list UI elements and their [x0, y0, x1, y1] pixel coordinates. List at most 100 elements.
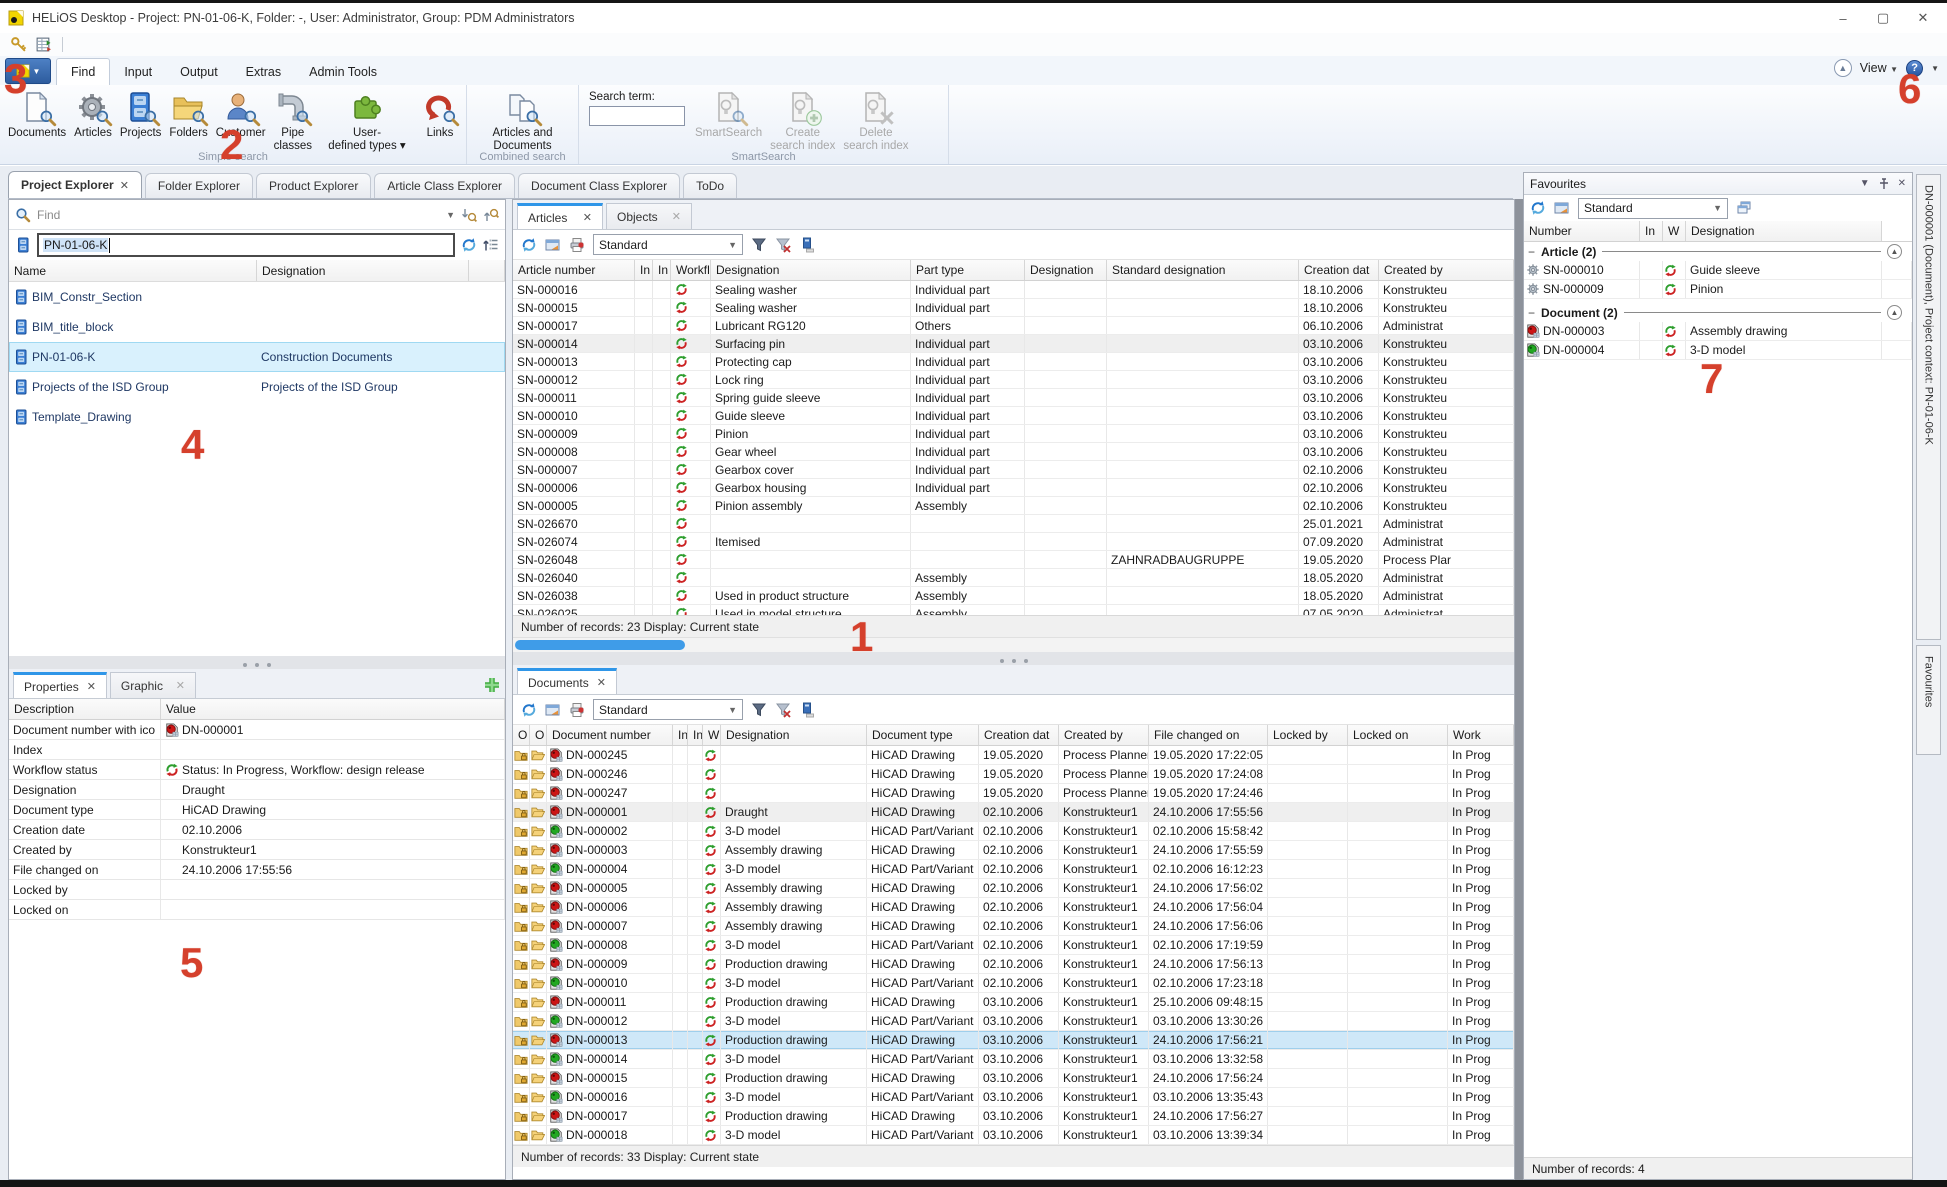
property-row[interactable]: Creation date 02.10.2006	[9, 820, 505, 840]
table-row[interactable]: SN-026038 Used in product structure Asse…	[513, 587, 1514, 605]
column-header[interactable]: In	[673, 725, 688, 745]
table-row[interactable]: DN-000004 3-D model HiCAD Part/Variant 0…	[513, 860, 1514, 879]
table-row[interactable]: DN-000010 3-D model HiCAD Part/Variant 0…	[513, 974, 1514, 993]
column-header[interactable]: Value	[161, 699, 505, 719]
tab-documents[interactable]: Documents ✕	[517, 668, 617, 694]
table-row[interactable]: SN-000016 Sealing washer Individual part…	[513, 281, 1514, 299]
table-row[interactable]: DN-000006 Assembly drawing HiCAD Drawing…	[513, 898, 1514, 917]
detail-view-icon[interactable]	[799, 702, 815, 718]
add-tab-icon[interactable]	[483, 676, 501, 694]
list-item[interactable]: SN-000010 Guide sleeve	[1524, 261, 1912, 280]
cascade-windows-icon[interactable]	[1736, 200, 1752, 216]
table-row[interactable]: SN-000017 Lubricant RG120 Others 06.10.2…	[513, 317, 1514, 335]
explorer-tab[interactable]: Folder Explorer	[145, 173, 253, 198]
table-row[interactable]: SN-026670 25.01.2021 Administrat	[513, 515, 1514, 533]
close-icon[interactable]: ✕	[1898, 178, 1906, 189]
column-header[interactable]: Workfl	[671, 260, 711, 280]
explorer-tab[interactable]: Product Explorer	[256, 173, 371, 198]
column-header[interactable]: Designation	[721, 725, 867, 745]
property-row[interactable]: Document number with ico DN-000001	[9, 720, 505, 740]
column-header[interactable]: Created by	[1059, 725, 1149, 745]
column-header[interactable]: Designation	[257, 260, 469, 281]
group-header-article[interactable]: − Article (2) ▲	[1524, 242, 1912, 261]
table-row[interactable]: DN-000012 3-D model HiCAD Part/Variant 0…	[513, 1012, 1514, 1031]
table-row[interactable]: DN-000008 3-D model HiCAD Part/Variant 0…	[513, 936, 1514, 955]
column-header[interactable]: Created by	[1379, 260, 1514, 280]
project-name-input[interactable]: PN-01-06-K	[37, 233, 455, 257]
search-previous-icon[interactable]	[483, 207, 499, 223]
column-header[interactable]: Name	[9, 260, 257, 281]
maximize-button[interactable]: ▢	[1863, 5, 1903, 31]
table-row[interactable]: DN-000018 3-D model HiCAD Part/Variant 0…	[513, 1126, 1514, 1145]
table-row[interactable]: SN-026074 Itemised 07.09.2020 Administra…	[513, 533, 1514, 551]
title-bar[interactable]: HELiOS Desktop - Project: PN-01-06-K, Fo…	[0, 3, 1947, 33]
result-view-icon[interactable]	[1554, 200, 1570, 216]
smartsearch-button[interactable]: SmartSearch	[691, 89, 766, 142]
table-row[interactable]: SN-000009 Pinion Individual part 03.10.2…	[513, 425, 1514, 443]
table-row[interactable]: DN-000245 HiCAD Drawing 19.05.2020 Proce…	[513, 746, 1514, 765]
close-icon[interactable]: ✕	[672, 210, 681, 223]
tab-graphic[interactable]: Graphic ✕	[110, 672, 196, 698]
tab-articles[interactable]: Articles ✕	[517, 203, 603, 229]
chevron-up-icon[interactable]: ▲	[1887, 305, 1902, 320]
table-row[interactable]: DN-000017 Production drawing HiCAD Drawi…	[513, 1107, 1514, 1126]
collapse-minus-icon[interactable]: −	[1528, 306, 1535, 320]
print-icon[interactable]	[569, 702, 585, 718]
folders-search-button[interactable]: Folders	[165, 89, 211, 142]
filter-icon[interactable]	[751, 237, 767, 253]
table-row[interactable]: DN-000009 Production drawing HiCAD Drawi…	[513, 955, 1514, 974]
table-row[interactable]: DN-000001 Draught HiCAD Drawing 02.10.20…	[513, 803, 1514, 822]
ribbon-tab[interactable]: Output	[166, 58, 232, 85]
table-row[interactable]: DN-000246 HiCAD Drawing 19.05.2020 Proce…	[513, 765, 1514, 784]
detail-view-icon[interactable]	[799, 237, 815, 253]
horizontal-splitter[interactable]	[9, 656, 505, 669]
column-header[interactable]: Designation	[1686, 221, 1882, 241]
property-row[interactable]: Index	[9, 740, 505, 760]
chevron-up-icon[interactable]: ▲	[1887, 244, 1902, 259]
view-select[interactable]: Standard ▼	[593, 699, 743, 720]
table-row[interactable]: DN-000002 3-D model HiCAD Part/Variant 0…	[513, 822, 1514, 841]
articles-and-documents-button[interactable]: Articles and Documents	[488, 89, 556, 155]
refresh-icon[interactable]	[461, 237, 477, 253]
close-icon[interactable]: ✕	[120, 179, 129, 192]
chevron-down-icon[interactable]: ▼	[1860, 178, 1870, 189]
table-row[interactable]: SN-000010 Guide sleeve Individual part 0…	[513, 407, 1514, 425]
find-input[interactable]: Find	[37, 208, 440, 222]
collapse-ribbon-icon[interactable]: ▲	[1834, 59, 1852, 77]
ribbon-tab[interactable]: Input	[110, 58, 166, 85]
column-header[interactable]: Number	[1524, 221, 1640, 241]
column-header[interactable]: In	[653, 260, 671, 280]
user-defined-types-button[interactable]: User- defined types ▾	[321, 89, 413, 155]
table-row[interactable]: DN-000247 HiCAD Drawing 19.05.2020 Proce…	[513, 784, 1514, 803]
tree-row[interactable]: PN-01-06-K Construction Documents	[9, 342, 505, 372]
horizontal-splitter[interactable]	[513, 652, 1514, 665]
table-row[interactable]: SN-000005 Pinion assembly Assembly 02.10…	[513, 497, 1514, 515]
docked-tab-favourites[interactable]: Favourites	[1916, 645, 1941, 755]
group-header-document[interactable]: − Document (2) ▲	[1524, 303, 1912, 322]
tab-objects[interactable]: Objects ✕	[606, 203, 692, 229]
explorer-tab[interactable]: ToDo	[683, 173, 737, 198]
explorer-tab[interactable]: Article Class Explorer	[374, 173, 515, 198]
minimize-button[interactable]: –	[1823, 5, 1863, 31]
table-row[interactable]: SN-000007 Gearbox cover Individual part …	[513, 461, 1514, 479]
column-header[interactable]: W	[1663, 221, 1686, 241]
login-key-icon[interactable]	[10, 36, 27, 53]
refresh-icon[interactable]	[521, 237, 537, 253]
column-header[interactable]: Creation dat	[1299, 260, 1379, 280]
property-row[interactable]: Locked by	[9, 880, 505, 900]
column-header[interactable]: Work	[1448, 725, 1514, 745]
result-view-icon[interactable]	[545, 702, 561, 718]
column-header[interactable]: Document type	[867, 725, 979, 745]
result-list-icon[interactable]	[35, 36, 52, 53]
column-header[interactable]: O	[513, 725, 530, 745]
column-header[interactable]: W	[703, 725, 721, 745]
ribbon-tab[interactable]: Admin Tools	[295, 58, 391, 85]
table-row[interactable]: SN-000011 Spring guide sleeve Individual…	[513, 389, 1514, 407]
table-row[interactable]: SN-026025 Used in model structure Assemb…	[513, 605, 1514, 615]
column-header[interactable]: Creation dat	[979, 725, 1059, 745]
explorer-tab[interactable]: Document Class Explorer	[518, 173, 680, 198]
table-row[interactable]: SN-000012 Lock ring Individual part 03.1…	[513, 371, 1514, 389]
column-header[interactable]: In	[688, 725, 703, 745]
search-next-icon[interactable]	[461, 207, 477, 223]
scrollbar-thumb[interactable]	[515, 640, 685, 650]
